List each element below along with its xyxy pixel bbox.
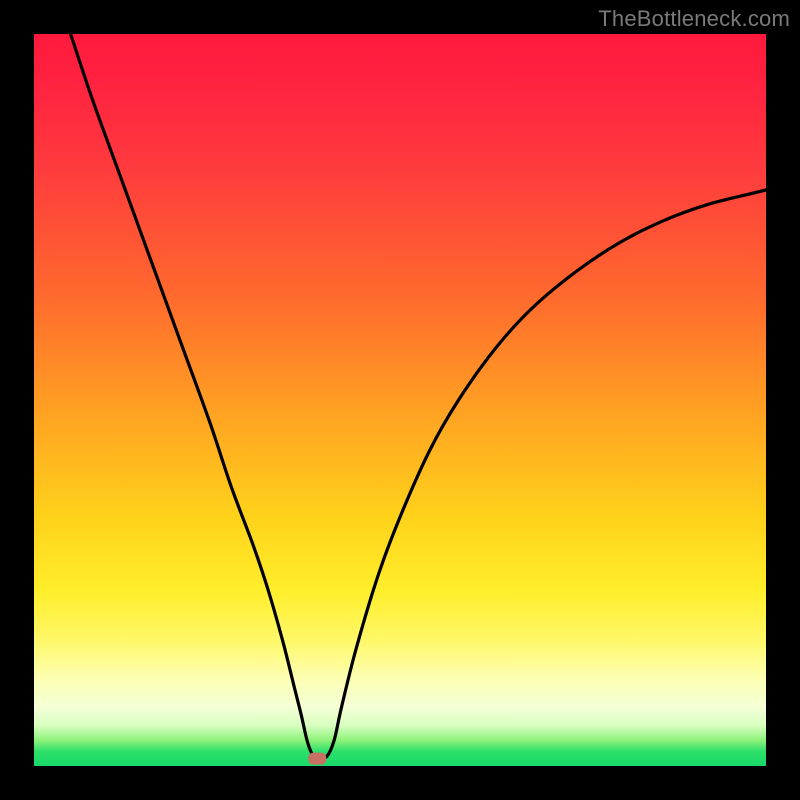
chart-frame: TheBottleneck.com <box>0 0 800 800</box>
curve-path <box>71 34 766 758</box>
watermark-text: TheBottleneck.com <box>598 6 790 32</box>
curve-path-group <box>71 34 766 758</box>
marker-group <box>308 753 326 765</box>
plot-area <box>34 34 766 766</box>
bottleneck-marker <box>308 753 326 765</box>
curve-svg <box>34 34 766 766</box>
